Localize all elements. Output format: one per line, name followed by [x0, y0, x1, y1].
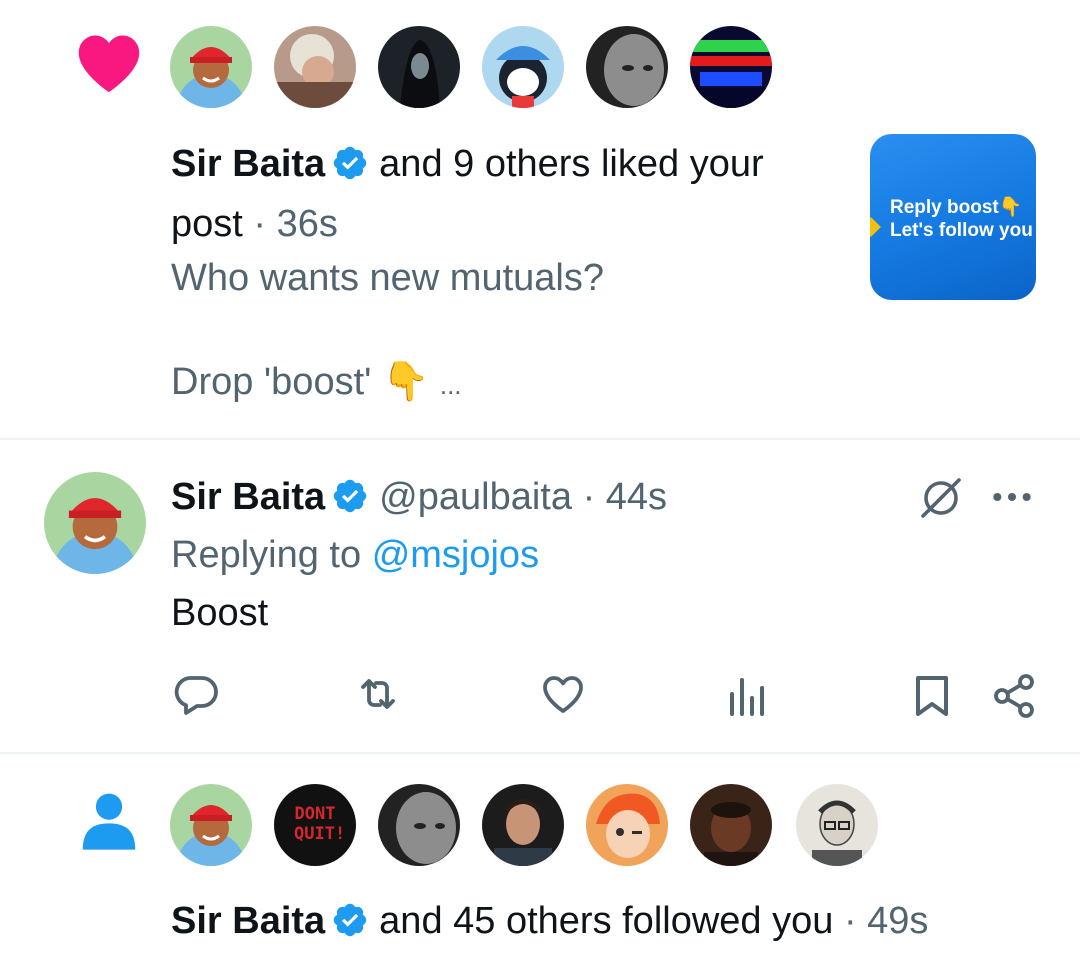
grok-icon[interactable] — [916, 474, 966, 522]
thumbnail-text-1: Reply boost — [890, 197, 999, 218]
verified-badge-icon — [333, 146, 367, 180]
avatar[interactable] — [690, 26, 772, 108]
post-body: Boost — [171, 592, 269, 634]
thumbnail-caption: Reply boost👇 Let's follow you — [890, 196, 1033, 242]
post-text-line1: Who wants new mutuals? — [171, 257, 604, 299]
post-text-line2: Drop 'boost' 👇 ... — [171, 359, 462, 408]
replying-to-handle[interactable]: @msjojos — [372, 534, 539, 576]
user-name[interactable]: Sir Baita — [171, 143, 325, 185]
avatar-badge-text: DONT QUIT! — [294, 804, 346, 844]
replying-to-label: Replying to — [171, 534, 362, 576]
avatar[interactable] — [586, 26, 668, 108]
timestamp[interactable]: 36s — [277, 203, 338, 245]
timestamp[interactable]: 44s — [606, 476, 667, 518]
verified-badge-icon — [333, 903, 367, 937]
follow-action-text: and 45 others followed you — [379, 900, 834, 942]
user-name[interactable]: Sir Baita — [171, 900, 325, 942]
share-icon — [994, 674, 1034, 718]
reply-button[interactable] — [172, 670, 220, 718]
user-name[interactable]: Sir Baita — [171, 476, 325, 518]
more-options-icon[interactable] — [990, 482, 1034, 512]
post-header: Sir Baita @paulbaita · 44s — [171, 474, 667, 520]
share-button[interactable] — [990, 672, 1038, 720]
follow-summary: Sir Baita and 45 others followed you · 49… — [171, 898, 928, 944]
retweet-button[interactable] — [354, 670, 402, 718]
like-button[interactable] — [539, 670, 587, 718]
avatar[interactable] — [378, 26, 460, 108]
post-text: Drop 'boost' — [171, 361, 372, 403]
views-icon — [730, 678, 764, 716]
pointing-down-emoji: 👇 — [381, 361, 430, 403]
user-handle[interactable]: @paulbaita — [379, 476, 572, 518]
heart-icon — [78, 35, 140, 93]
timestamp[interactable]: 49s — [867, 900, 928, 942]
like-summary-line2: post · 36s — [171, 201, 338, 247]
views-button[interactable] — [722, 672, 770, 720]
avatar[interactable] — [690, 784, 772, 866]
divider — [0, 438, 1080, 440]
avatar[interactable] — [274, 26, 356, 108]
separator: · — [582, 476, 596, 518]
bookmark-icon — [916, 676, 948, 716]
bookmark-button[interactable] — [908, 672, 956, 720]
avatar[interactable]: DONT QUIT! — [274, 784, 356, 866]
retweet-icon — [361, 679, 395, 709]
like-icon — [543, 676, 583, 713]
reply-icon — [174, 676, 218, 715]
avatar[interactable] — [170, 784, 252, 866]
avatar[interactable] — [482, 26, 564, 108]
avatar[interactable] — [170, 26, 252, 108]
verified-badge-icon — [333, 479, 367, 513]
avatar[interactable] — [586, 784, 668, 866]
ellipsis: ... — [439, 370, 462, 400]
post-thumbnail[interactable]: Reply boost👇 Let's follow you — [870, 134, 1036, 300]
thumbnail-decoration — [870, 217, 881, 237]
divider — [0, 752, 1080, 754]
separator: · — [253, 203, 267, 245]
separator: · — [843, 900, 857, 942]
replying-to: Replying to @msjojos — [171, 532, 539, 578]
avatar[interactable] — [482, 784, 564, 866]
like-summary: Sir Baita and 9 others liked your — [171, 141, 764, 187]
thumbnail-text-2: Let's follow you — [890, 220, 1033, 241]
like-action-text: and 9 others liked your — [379, 143, 764, 185]
avatar[interactable] — [44, 472, 146, 574]
avatar[interactable] — [796, 784, 878, 866]
person-icon — [82, 793, 136, 850]
thumbnail-emoji: 👇 — [998, 197, 1023, 218]
avatar[interactable] — [378, 784, 460, 866]
like-action-text-2: post — [171, 203, 243, 245]
